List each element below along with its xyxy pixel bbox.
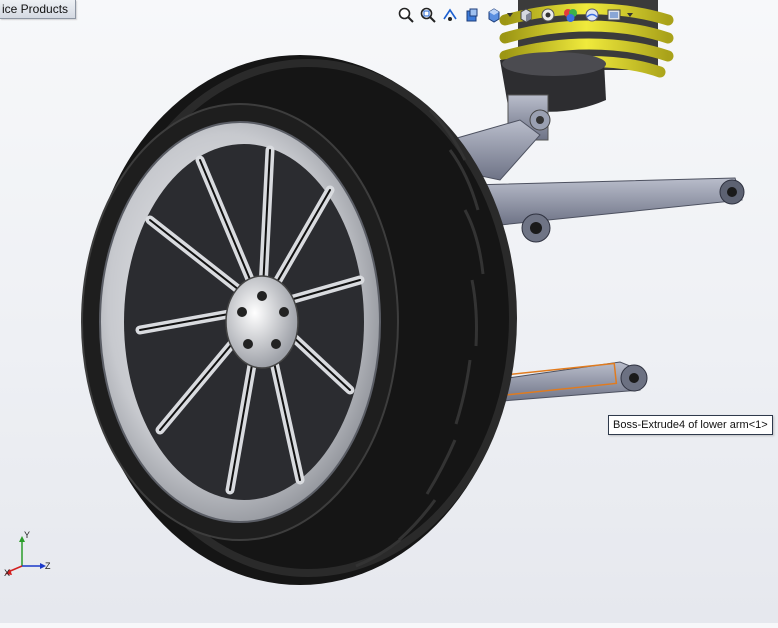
selection-tooltip: Boss-Extrude4 of lower arm<1> [608,415,773,435]
view-settings-icon[interactable] [604,5,624,25]
previous-view-icon[interactable] [440,5,460,25]
zoom-to-area-icon[interactable] [418,5,438,25]
triad-y-label: Y [24,530,31,540]
graphics-area[interactable] [0,0,778,623]
triad-x-label: X [4,568,11,578]
wheel-assembly[interactable] [81,55,517,585]
hub[interactable] [225,275,299,369]
triad-labels: Y Z X [4,528,54,578]
apply-scene-icon[interactable] [582,5,602,25]
graphics-area-tab[interactable]: ice Products [0,0,77,19]
edit-appearance-icon[interactable] [560,5,580,25]
model-viewport-svg[interactable] [0,0,778,623]
display-style-icon[interactable] [516,5,536,25]
triad-z-label: Z [45,561,51,571]
hide-show-items-icon[interactable] [538,5,558,25]
zoom-to-fit-icon[interactable] [396,5,416,25]
section-view-icon[interactable] [462,5,482,25]
view-orientation-icon[interactable] [484,5,504,25]
heads-up-view-toolbar [396,4,634,26]
view-orientation-dropdown[interactable] [506,5,514,25]
view-settings-dropdown[interactable] [626,5,634,25]
